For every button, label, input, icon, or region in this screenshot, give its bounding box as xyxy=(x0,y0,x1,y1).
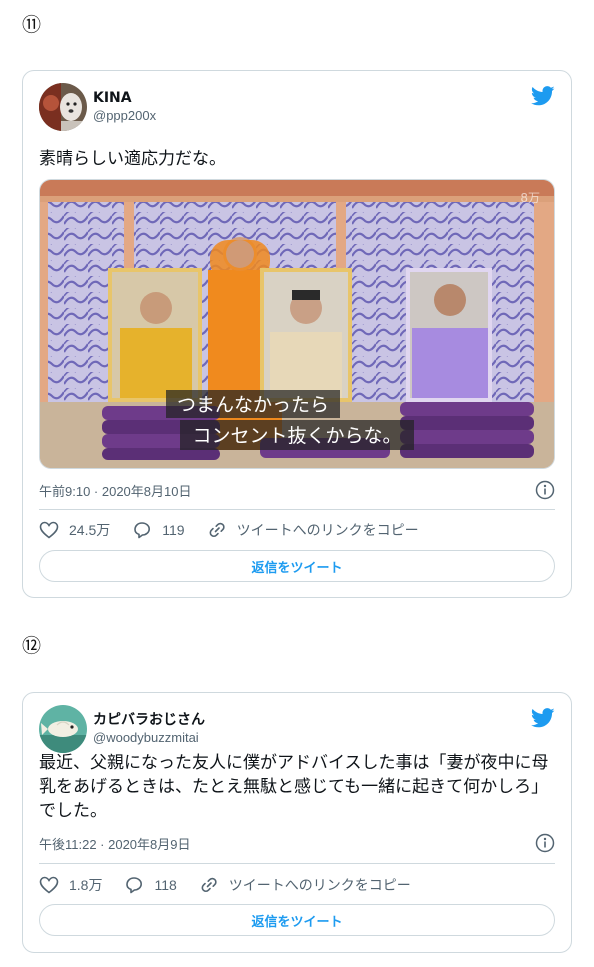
subtitle-line-2: コンセント抜くからな。 xyxy=(192,425,401,447)
display-name[interactable]: カピバラおじさん xyxy=(93,711,205,729)
tweet-video-image[interactable]: 8万 つまんなかったら コンセント抜くからな。 xyxy=(39,179,555,469)
copy-link-button[interactable]: ツイートへのリンクをコピー xyxy=(199,875,411,895)
divider xyxy=(39,509,555,510)
info-icon[interactable] xyxy=(535,480,555,500)
link-icon xyxy=(209,522,225,538)
tweet-header: KINA @ppp200x xyxy=(39,82,156,132)
section-number-12: ⑫ xyxy=(22,635,42,657)
reply-bubble-icon xyxy=(126,877,143,894)
link-icon xyxy=(201,877,217,893)
timestamp[interactable]: 午前9:10 · 2020年8月10日 xyxy=(39,481,191,500)
subtitle-line-1: つまんなかったら xyxy=(177,394,329,416)
tweet-actions: 24.5万 119 ツイートへのリンクをコピー xyxy=(39,518,441,542)
tweet-card-capybara[interactable]: カピバラおじさん @woodybuzzmitai 最近、父親になった友人に僕がア… xyxy=(22,692,572,953)
reply-button[interactable]: 119 xyxy=(132,521,185,539)
like-button[interactable]: 24.5万 xyxy=(39,520,110,540)
divider xyxy=(39,863,555,864)
timestamp[interactable]: 午後11:22 · 2020年8月9日 xyxy=(39,834,191,853)
user-handle[interactable]: @woodybuzzmitai xyxy=(93,729,205,747)
reply-button[interactable]: 118 xyxy=(124,876,177,894)
like-button[interactable]: 1.8万 xyxy=(39,875,102,895)
heart-icon xyxy=(39,521,59,539)
heart-icon xyxy=(39,876,59,894)
reply-bubble-icon xyxy=(134,522,151,539)
reply-count: 119 xyxy=(162,522,185,538)
info-icon[interactable] xyxy=(535,833,555,853)
copy-link-label: ツイートへのリンクをコピー xyxy=(228,877,411,893)
user-handle[interactable]: @ppp200x xyxy=(93,107,156,125)
reply-tweet-button[interactable]: 返信をツイート xyxy=(39,550,555,582)
video-watermark: 8万 xyxy=(520,191,540,205)
tweet-meta: 午前9:10 · 2020年8月10日 xyxy=(39,479,555,501)
twitter-bird-icon[interactable] xyxy=(531,85,555,107)
avatar[interactable] xyxy=(39,83,87,131)
copy-link-label: ツイートへのリンクをコピー xyxy=(236,522,419,538)
tweet-text: 素晴らしい適応力だな。 xyxy=(39,149,226,169)
copy-link-button[interactable]: ツイートへのリンクをコピー xyxy=(207,520,419,540)
tweet-meta: 午後11:22 · 2020年8月9日 xyxy=(39,832,555,854)
display-name[interactable]: KINA xyxy=(93,89,156,107)
reply-count: 118 xyxy=(154,877,177,893)
tweet-text: 最近、父親になった友人に僕がアドバイスした事は「妻が夜中に母乳をあげるときは、た… xyxy=(39,753,549,821)
avatar[interactable] xyxy=(39,705,87,753)
twitter-bird-icon[interactable] xyxy=(531,707,555,729)
like-count: 1.8万 xyxy=(69,877,103,893)
tweet-header: カピバラおじさん @woodybuzzmitai xyxy=(39,704,205,754)
tweet-card-kina[interactable]: KINA @ppp200x 素晴らしい適応力だな。 8万 つまんなかったら コン… xyxy=(22,70,572,598)
tweet-actions: 1.8万 118 ツイートへのリンクをコピー xyxy=(39,873,433,897)
section-number-11: ⑪ xyxy=(22,14,42,36)
reply-tweet-button[interactable]: 返信をツイート xyxy=(39,904,555,936)
like-count: 24.5万 xyxy=(69,522,111,538)
